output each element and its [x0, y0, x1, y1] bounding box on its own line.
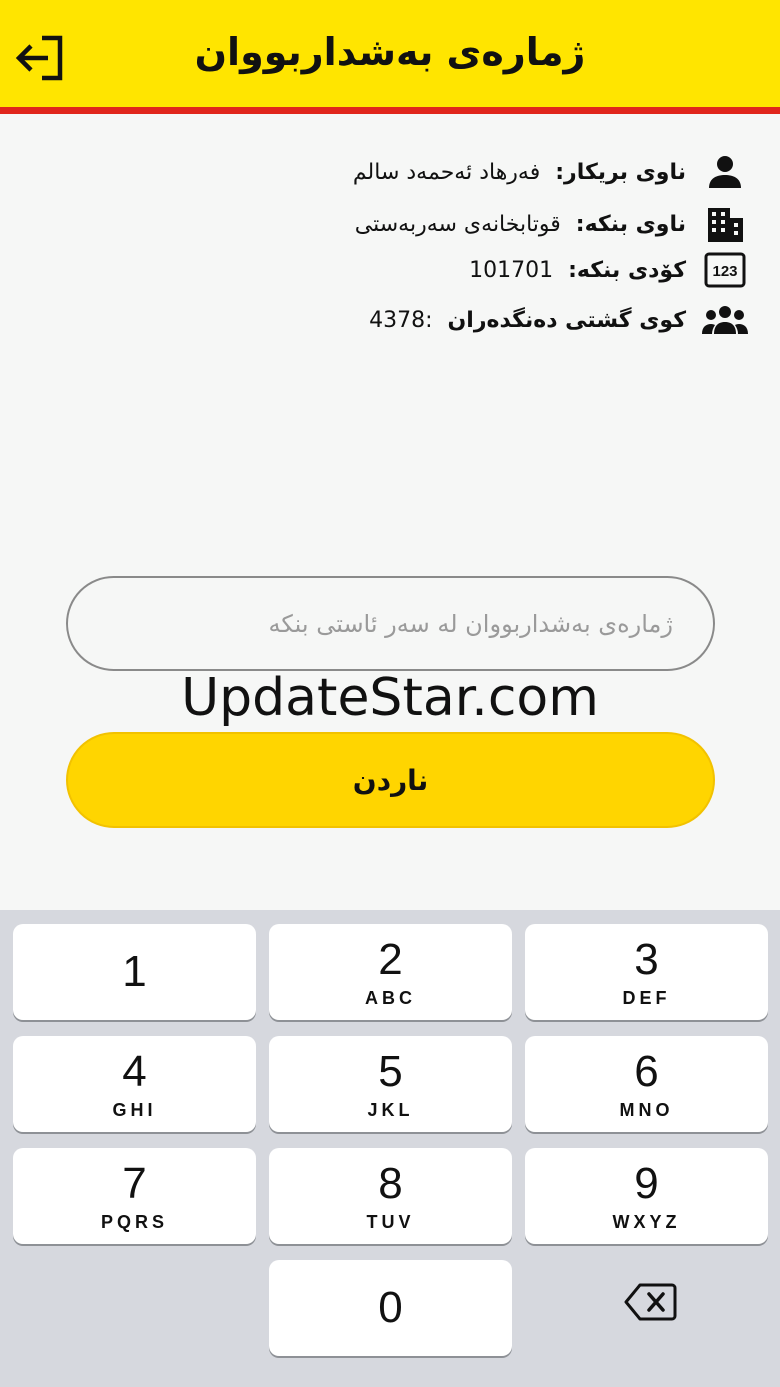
- key-7[interactable]: 7 PQRS: [13, 1148, 256, 1244]
- agent-label: ناوی بریکار:: [555, 159, 686, 185]
- key-2-digit: 2: [378, 935, 403, 984]
- group-icon: [700, 298, 750, 342]
- send-button[interactable]: ناردن: [66, 732, 715, 828]
- numeric-keypad: 1 2 ABC 3 DEF 4 GHI 5 JKL 6 MNO 7 PQRS 8…: [0, 910, 780, 1387]
- page-title: ژمارەی بەشداربووان: [194, 30, 586, 74]
- key-9-digit: 9: [634, 1159, 659, 1208]
- key-6-digit: 6: [634, 1047, 659, 1096]
- key-4-letters: GHI: [112, 1100, 157, 1120]
- key-5[interactable]: 5 JKL: [269, 1036, 512, 1132]
- center-label: ناوی بنکە:: [575, 211, 686, 237]
- agent-value: فەرهاد ئەحمەد سالم: [352, 159, 541, 185]
- key-7-letters: PQRS: [100, 1212, 168, 1232]
- key-8-letters: TUV: [366, 1212, 415, 1232]
- info-row-voters: کوی گشتی دەنگدەران :4378: [369, 298, 750, 342]
- participants-input[interactable]: [66, 576, 715, 671]
- person-icon: [700, 150, 750, 194]
- key-7-digit: 7: [122, 1159, 147, 1208]
- key-4-digit: 4: [122, 1047, 147, 1096]
- info-row-agent: ناوی بریکار: فەرهاد ئەحمەد سالم: [353, 150, 750, 194]
- info-row-code: 123 کۆدی بنکە: 101701: [469, 248, 750, 292]
- key-1[interactable]: 1: [13, 924, 256, 1020]
- key-5-digit: 5: [378, 1047, 403, 1096]
- key-4[interactable]: 4 GHI: [13, 1036, 256, 1132]
- svg-text:123: 123: [712, 263, 737, 280]
- center-value: قوتابخانەی سەربەستی: [354, 211, 561, 237]
- key-2-letters: ABC: [365, 988, 416, 1008]
- key-3-digit: 3: [634, 935, 659, 984]
- key-9[interactable]: 9 WXYZ: [525, 1148, 768, 1244]
- info-row-center: ناوی بنکە: قوتابخانەی سەربەستی: [355, 202, 750, 246]
- key-9-letters: WXYZ: [612, 1212, 681, 1232]
- code-label: کۆدی بنکە:: [568, 257, 686, 283]
- key-8[interactable]: 8 TUV: [269, 1148, 512, 1244]
- key-8-digit: 8: [378, 1159, 403, 1208]
- key-3[interactable]: 3 DEF: [525, 924, 768, 1020]
- key-0[interactable]: 0: [269, 1260, 512, 1356]
- backspace-button[interactable]: [622, 1280, 678, 1324]
- app-header: ژمارەی بەشداربووان: [0, 0, 780, 114]
- numbers-icon: 123: [700, 248, 750, 292]
- building-icon: [700, 202, 750, 246]
- voters-label: کوی گشتی دەنگدەران: [447, 307, 687, 333]
- key-0-digit: 0: [378, 1283, 403, 1332]
- key-6[interactable]: 6 MNO: [525, 1036, 768, 1132]
- code-value: 101701: [469, 257, 554, 283]
- backspace-icon: [624, 1283, 677, 1321]
- key-3-letters: DEF: [622, 988, 671, 1008]
- key-5-letters: JKL: [367, 1100, 414, 1120]
- key-1-digit: 1: [122, 947, 147, 996]
- voters-value: :4378: [369, 307, 433, 333]
- key-2[interactable]: 2 ABC: [269, 924, 512, 1020]
- key-6-letters: MNO: [619, 1100, 674, 1120]
- watermark: UpdateStar.com: [181, 668, 599, 728]
